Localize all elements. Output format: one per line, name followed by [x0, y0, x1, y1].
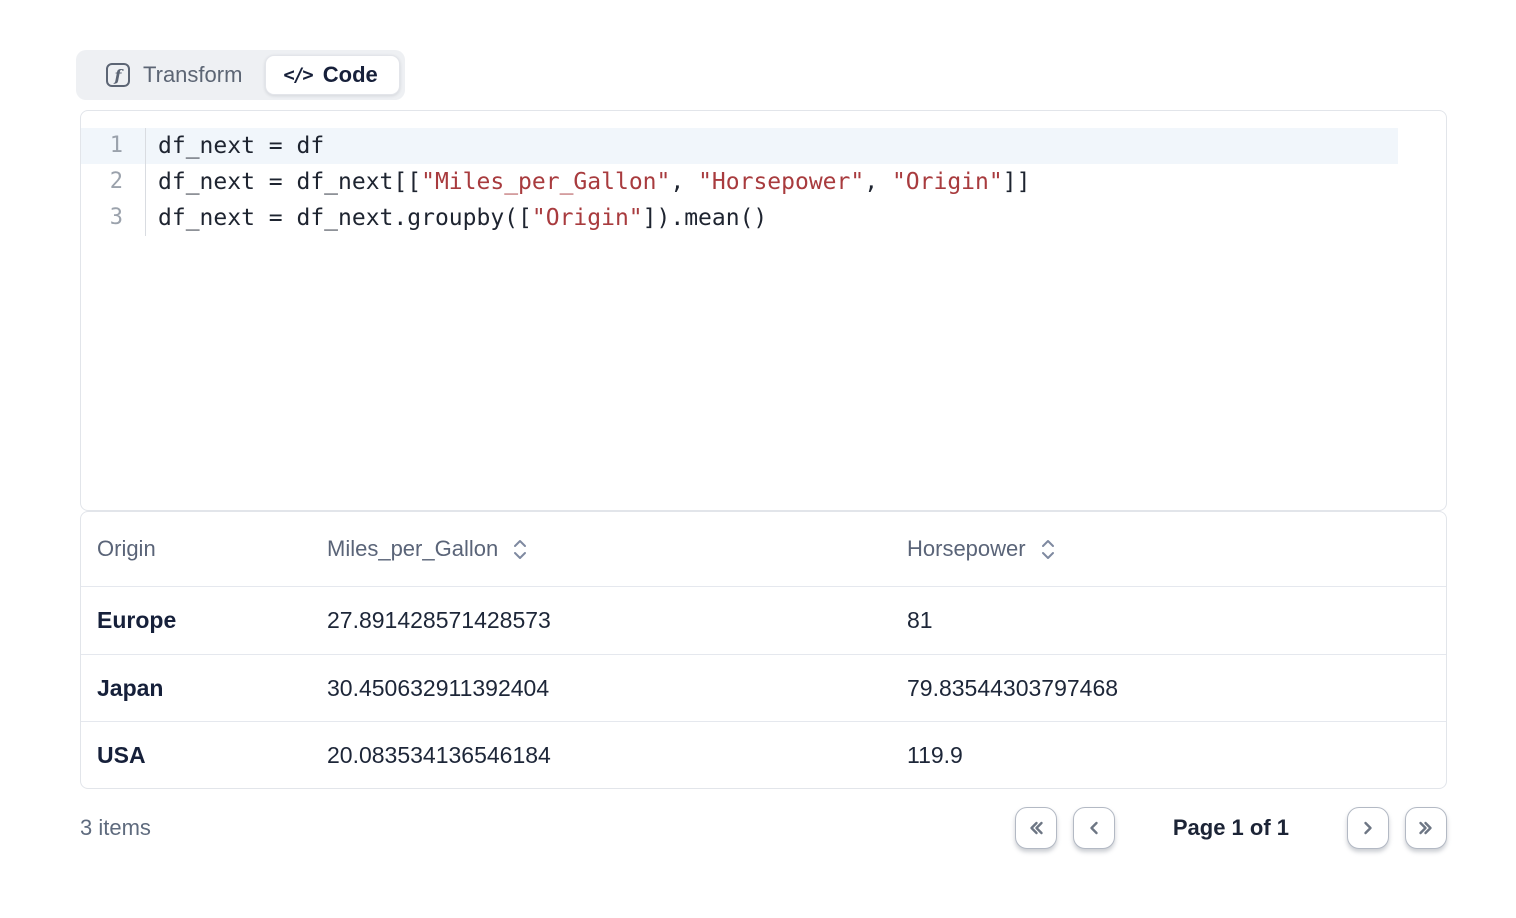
table-row[interactable]: USA20.083534136546184119.9	[81, 721, 1446, 788]
page-indicator: Page 1 of 1	[1173, 815, 1289, 841]
table-row[interactable]: Europe27.89142857142857381	[81, 587, 1446, 654]
cell-miles_per_gallon: 30.450632911392404	[327, 675, 907, 702]
pagination: Page 1 of 1	[1015, 807, 1447, 849]
cell-miles_per_gallon: 27.891428571428573	[327, 607, 907, 634]
code-line[interactable]: 1df_next = df	[81, 128, 1446, 164]
last-page-button[interactable]	[1405, 807, 1447, 849]
column-header-miles_per_gallon[interactable]: Miles_per_Gallon	[327, 536, 907, 562]
chevron-right-icon	[1358, 818, 1378, 838]
function-icon: f	[106, 63, 130, 87]
items-count: 3 items	[80, 815, 151, 841]
column-header-label: Miles_per_Gallon	[327, 536, 498, 562]
cell-horsepower: 119.9	[907, 742, 1430, 769]
column-header-label: Origin	[97, 536, 156, 562]
code-line[interactable]: 3df_next = df_next.groupby(["Origin"]).m…	[81, 200, 1446, 236]
result-table: OriginMiles_per_GallonHorsepower Europe2…	[80, 511, 1447, 789]
table-footer: 3 items Page 1 of 1	[80, 789, 1447, 867]
sort-icon[interactable]	[512, 538, 528, 561]
code-line-text: df_next = df	[146, 128, 324, 164]
line-number: 1	[81, 128, 146, 164]
code-line-text: df_next = df_next[["Miles_per_Gallon", "…	[146, 164, 1030, 200]
next-page-button[interactable]	[1347, 807, 1389, 849]
tab-transform-label: Transform	[143, 62, 242, 88]
previous-page-button[interactable]	[1073, 807, 1115, 849]
first-page-button[interactable]	[1015, 807, 1057, 849]
cell-origin: Japan	[97, 675, 327, 702]
double-chevron-left-icon	[1026, 818, 1046, 838]
column-header-label: Horsepower	[907, 536, 1026, 562]
view-mode-tabs: f Transform </> Code	[76, 50, 405, 100]
cell-origin: Europe	[97, 607, 327, 634]
cell-miles_per_gallon: 20.083534136546184	[327, 742, 907, 769]
tab-code[interactable]: </> Code	[265, 55, 399, 95]
code-icon: </>	[283, 64, 311, 86]
cell-horsepower: 79.83544303797468	[907, 675, 1430, 702]
code-line[interactable]: 2df_next = df_next[["Miles_per_Gallon", …	[81, 164, 1446, 200]
table-header-row: Origin Miles_per_Gallon Horsepower	[81, 512, 1446, 587]
line-number: 2	[81, 164, 146, 200]
sort-icon[interactable]	[1040, 538, 1056, 561]
table-row[interactable]: Japan30.45063291139240479.83544303797468	[81, 654, 1446, 721]
cell-horsepower: 81	[907, 607, 1430, 634]
double-chevron-right-icon	[1416, 818, 1436, 838]
line-number: 3	[81, 200, 146, 236]
tab-transform[interactable]: f Transform	[81, 55, 265, 95]
code-editor[interactable]: 1df_next = df2df_next = df_next[["Miles_…	[80, 110, 1447, 511]
column-header-horsepower[interactable]: Horsepower	[907, 536, 1430, 562]
chevron-left-icon	[1084, 818, 1104, 838]
tab-code-label: Code	[323, 62, 378, 88]
code-line-text: df_next = df_next.groupby(["Origin"]).me…	[146, 200, 767, 236]
cell-origin: USA	[97, 742, 327, 769]
column-header-origin: Origin	[97, 536, 327, 562]
